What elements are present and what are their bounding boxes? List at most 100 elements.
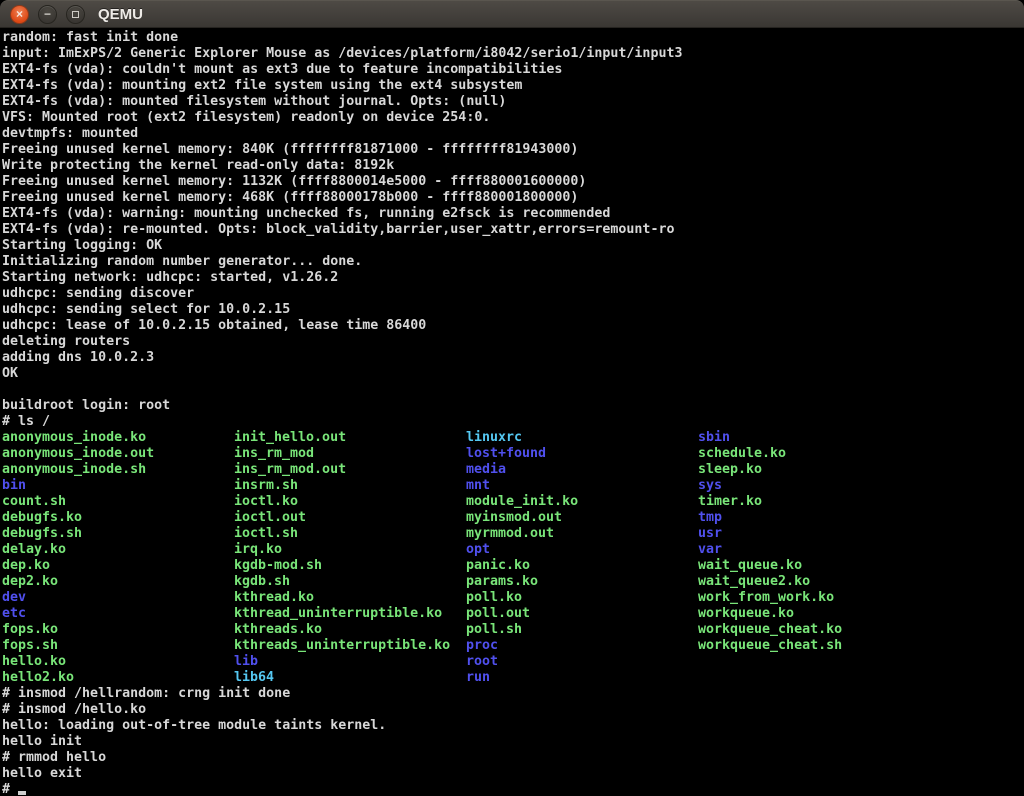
- file-entry: timer.ko: [698, 494, 930, 510]
- dir-entry: mnt: [466, 478, 698, 494]
- file-entry: anonymous_inode.ko: [2, 430, 234, 446]
- boot-log-line: Starting logging: OK: [2, 238, 1024, 254]
- dir-entry: sbin: [698, 430, 930, 446]
- shell-output-line: # insmod /hello.ko: [2, 702, 1024, 718]
- file-entry: init_hello.out: [234, 430, 466, 446]
- ls-output-row: dep.kokgdb-mod.shpanic.kowait_queue.ko: [2, 558, 1024, 574]
- file-entry: dep.ko: [2, 558, 234, 574]
- file-entry: irq.ko: [234, 542, 466, 558]
- boot-log-line: deleting routers: [2, 334, 1024, 350]
- file-entry: kthreads.ko: [234, 622, 466, 638]
- file-entry: debugfs.sh: [2, 526, 234, 542]
- boot-log-line: # ls /: [2, 414, 1024, 430]
- file-entry: count.sh: [2, 494, 234, 510]
- boot-log-line: Freeing unused kernel memory: 468K (ffff…: [2, 190, 1024, 206]
- file-entry: dep2.ko: [2, 574, 234, 590]
- maximize-button[interactable]: [66, 5, 85, 24]
- file-entry: insrm.sh: [234, 478, 466, 494]
- file-entry: myinsmod.out: [466, 510, 698, 526]
- boot-log-line: EXT4-fs (vda): mounted filesystem withou…: [2, 94, 1024, 110]
- ls-output-row: anonymous_inode.shins_rm_mod.outmediasle…: [2, 462, 1024, 478]
- file-entry: poll.ko: [466, 590, 698, 606]
- file-entry: workqueue.ko: [698, 606, 930, 622]
- file-entry: module_init.ko: [466, 494, 698, 510]
- dir-entry: usr: [698, 526, 930, 542]
- file-entry: kthread_uninterruptible.ko: [234, 606, 466, 622]
- file-entry: ioctl.sh: [234, 526, 466, 542]
- file-entry: myrmmod.out: [466, 526, 698, 542]
- boot-log-line: EXT4-fs (vda): couldn't mount as ext3 du…: [2, 62, 1024, 78]
- close-button[interactable]: ×: [10, 5, 29, 24]
- file-entry: poll.out: [466, 606, 698, 622]
- ls-output-row: devkthread.kopoll.kowork_from_work.ko: [2, 590, 1024, 606]
- shell-output-line: hello exit: [2, 766, 1024, 782]
- file-entry: ioctl.out: [234, 510, 466, 526]
- ls-output-row: debugfs.koioctl.outmyinsmod.outtmp: [2, 510, 1024, 526]
- boot-log-line: udhcpc: lease of 10.0.2.15 obtained, lea…: [2, 318, 1024, 334]
- dir-entry: sys: [698, 478, 930, 494]
- file-entry: work_from_work.ko: [698, 590, 930, 606]
- symlink-entry: lib64: [234, 670, 466, 686]
- titlebar[interactable]: × − QEMU: [0, 0, 1024, 28]
- file-entry: params.ko: [466, 574, 698, 590]
- boot-log-line: devtmpfs: mounted: [2, 126, 1024, 142]
- file-entry: kgdb-mod.sh: [234, 558, 466, 574]
- boot-log-line: input: ImExPS/2 Generic Explorer Mouse a…: [2, 46, 1024, 62]
- shell-output-line: # rmmod hello: [2, 750, 1024, 766]
- dir-entry: lost+found: [466, 446, 698, 462]
- symlink-entry: linuxrc: [466, 430, 698, 446]
- boot-log-line: Freeing unused kernel memory: 840K (ffff…: [2, 142, 1024, 158]
- file-entry: sleep.ko: [698, 462, 930, 478]
- dir-entry: proc: [466, 638, 698, 654]
- file-entry: wait_queue.ko: [698, 558, 930, 574]
- minimize-button[interactable]: −: [38, 5, 57, 24]
- dir-entry: var: [698, 542, 930, 558]
- boot-log-line: udhcpc: sending discover: [2, 286, 1024, 302]
- dir-entry: tmp: [698, 510, 930, 526]
- ls-output-row: bininsrm.shmntsys: [2, 478, 1024, 494]
- boot-log-line: VFS: Mounted root (ext2 filesystem) read…: [2, 110, 1024, 126]
- dir-entry: dev: [2, 590, 234, 606]
- boot-log-line: EXT4-fs (vda): warning: mounting uncheck…: [2, 206, 1024, 222]
- qemu-window: × − QEMU random: fast init doneinput: Im…: [0, 0, 1024, 796]
- file-entry: wait_queue2.ko: [698, 574, 930, 590]
- dir-entry: lib: [234, 654, 466, 670]
- boot-log-line: OK: [2, 366, 1024, 382]
- boot-log-line: [2, 382, 1024, 398]
- boot-log-line: adding dns 10.0.2.3: [2, 350, 1024, 366]
- dir-entry: run: [466, 670, 698, 686]
- file-entry: anonymous_inode.sh: [2, 462, 234, 478]
- file-entry: hello.ko: [2, 654, 234, 670]
- boot-log-line: buildroot login: root: [2, 398, 1024, 414]
- file-entry: poll.sh: [466, 622, 698, 638]
- file-entry: ins_rm_mod: [234, 446, 466, 462]
- ls-output-row: anonymous_inode.koinit_hello.outlinuxrcs…: [2, 430, 1024, 446]
- terminal-screen[interactable]: random: fast init doneinput: ImExPS/2 Ge…: [0, 28, 1024, 796]
- boot-log-line: Freeing unused kernel memory: 1132K (fff…: [2, 174, 1024, 190]
- dir-entry: etc: [2, 606, 234, 622]
- file-entry: kthreads_uninterruptible.ko: [234, 638, 466, 654]
- ls-output-row: delay.koirq.kooptvar: [2, 542, 1024, 558]
- minimize-icon: −: [44, 8, 51, 20]
- ls-output-row: debugfs.shioctl.shmyrmmod.outusr: [2, 526, 1024, 542]
- ls-output-row: count.shioctl.komodule_init.kotimer.ko: [2, 494, 1024, 510]
- shell-output-line: hello: loading out-of-tree module taints…: [2, 718, 1024, 734]
- boot-log-line: Starting network: udhcpc: started, v1.26…: [2, 270, 1024, 286]
- file-entry: hello2.ko: [2, 670, 234, 686]
- dir-entry: bin: [2, 478, 234, 494]
- shell-output-line: # insmod /hellrandom: crng init done: [2, 686, 1024, 702]
- ls-output-row: etckthread_uninterruptible.kopoll.outwor…: [2, 606, 1024, 622]
- dir-entry: root: [466, 654, 698, 670]
- ls-output-row: anonymous_inode.outins_rm_modlost+founds…: [2, 446, 1024, 462]
- boot-log-line: random: fast init done: [2, 30, 1024, 46]
- ls-output-row: fops.kokthreads.kopoll.shworkqueue_cheat…: [2, 622, 1024, 638]
- ls-output-row: hello.kolibroot: [2, 654, 1024, 670]
- file-entry: workqueue_cheat.ko: [698, 622, 930, 638]
- prompt-line: #: [2, 782, 1024, 796]
- dir-entry: media: [466, 462, 698, 478]
- file-entry: kgdb.sh: [234, 574, 466, 590]
- file-entry: ins_rm_mod.out: [234, 462, 466, 478]
- shell-output-line: hello init: [2, 734, 1024, 750]
- file-entry: delay.ko: [2, 542, 234, 558]
- window-title: QEMU: [98, 6, 143, 23]
